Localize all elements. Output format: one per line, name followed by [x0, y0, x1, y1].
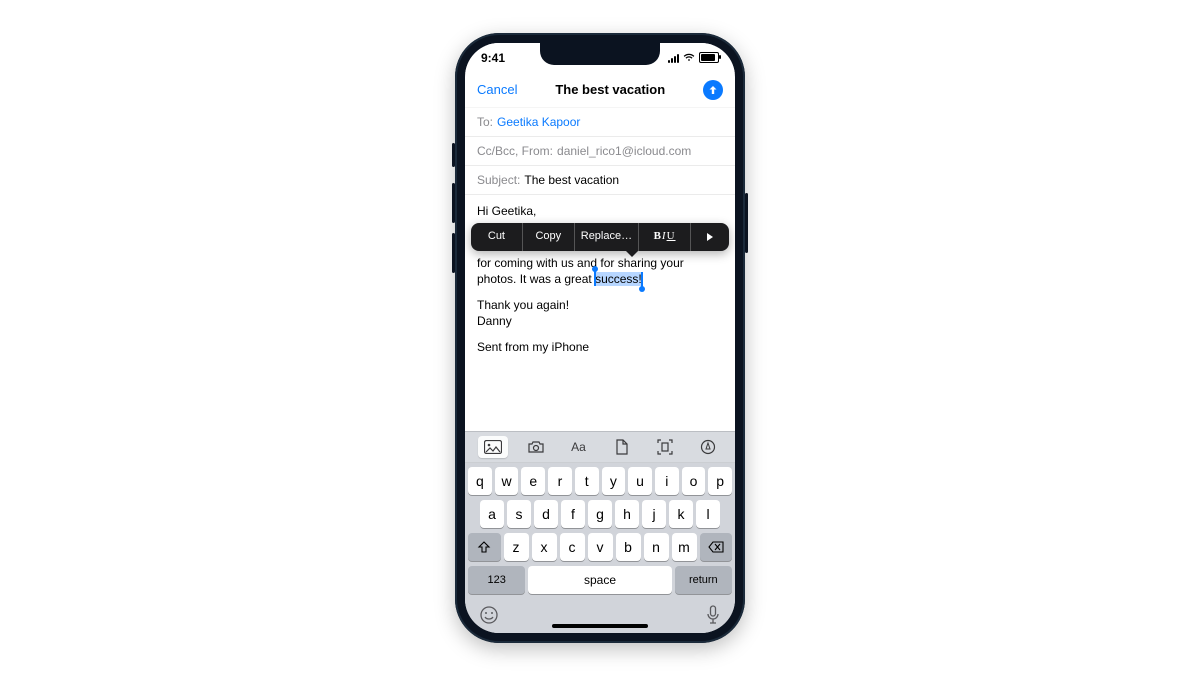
subject-label: Subject:	[477, 173, 520, 187]
menu-format-biu[interactable]: BIU	[639, 223, 691, 251]
toolbar-markup-icon[interactable]	[693, 436, 723, 458]
keyboard-toolbar: Aa	[465, 432, 735, 463]
key-k[interactable]: k	[669, 500, 693, 528]
key-return[interactable]: return	[675, 566, 732, 594]
key-shift[interactable]	[468, 533, 501, 561]
key-r[interactable]: r	[548, 467, 572, 495]
keyboard-row-2: a s d f g h j k l	[468, 500, 732, 528]
notch	[540, 43, 660, 65]
dictation-button[interactable]	[705, 605, 721, 625]
key-l[interactable]: l	[696, 500, 720, 528]
status-time: 9:41	[481, 51, 531, 65]
microphone-icon	[705, 605, 721, 625]
to-label: To:	[477, 115, 493, 129]
triangle-right-icon	[706, 232, 714, 242]
key-o[interactable]: o	[682, 467, 706, 495]
key-a[interactable]: a	[480, 500, 504, 528]
key-e[interactable]: e	[521, 467, 545, 495]
menu-copy[interactable]: Copy	[523, 223, 575, 251]
key-u[interactable]: u	[628, 467, 652, 495]
keyboard-bottom-bar	[465, 601, 735, 633]
key-n[interactable]: n	[644, 533, 669, 561]
key-z[interactable]: z	[504, 533, 529, 561]
text-edit-menu: Cut Copy Replace… BIU	[471, 223, 729, 251]
emoji-button[interactable]	[479, 605, 499, 625]
key-b[interactable]: b	[616, 533, 641, 561]
key-c[interactable]: c	[560, 533, 585, 561]
key-f[interactable]: f	[561, 500, 585, 528]
key-123[interactable]: 123	[468, 566, 525, 594]
volume-up-button	[452, 183, 455, 223]
body-greeting: Hi Geetika,	[477, 203, 723, 219]
keyboard-row-1: q w e r t y u i o p	[468, 467, 732, 495]
key-q[interactable]: q	[468, 467, 492, 495]
text-selection[interactable]: success!	[595, 272, 642, 286]
body-thanks: Thank you again! Danny	[477, 297, 723, 329]
menu-more[interactable]	[691, 223, 729, 251]
arrow-up-icon	[707, 84, 719, 96]
to-value: Geetika Kapoor	[497, 115, 580, 129]
subject-value: The best vacation	[524, 173, 619, 187]
key-i[interactable]: i	[655, 467, 679, 495]
message-body[interactable]: Hi Geetika, Cut Copy Replace… BIU for co…	[465, 195, 735, 431]
key-m[interactable]: m	[672, 533, 697, 561]
toolbar-format-icon[interactable]: Aa	[564, 436, 594, 458]
ccbcc-label: Cc/Bcc, From:	[477, 144, 553, 158]
cancel-button[interactable]: Cancel	[477, 82, 517, 97]
shift-icon	[477, 540, 491, 554]
key-s[interactable]: s	[507, 500, 531, 528]
side-button	[452, 143, 455, 167]
keyboard-row-4: 123 space return	[468, 566, 732, 594]
send-button[interactable]	[703, 80, 723, 100]
to-field[interactable]: To: Geetika Kapoor	[465, 108, 735, 137]
cellular-signal-icon	[668, 53, 679, 63]
key-v[interactable]: v	[588, 533, 613, 561]
key-space[interactable]: space	[528, 566, 671, 594]
key-p[interactable]: p	[708, 467, 732, 495]
toolbar-document-icon[interactable]	[607, 436, 637, 458]
key-w[interactable]: w	[495, 467, 519, 495]
volume-down-button	[452, 233, 455, 273]
ccbcc-value: daniel_rico1@icloud.com	[557, 144, 691, 158]
wifi-icon	[683, 53, 695, 62]
battery-icon	[699, 52, 719, 63]
compose-fields: To: Geetika Kapoor Cc/Bcc, From: daniel_…	[465, 108, 735, 195]
toolbar-photos-icon[interactable]	[478, 436, 508, 458]
body-line-2: for coming with us and for sharing your …	[477, 255, 723, 287]
iphone-frame: 9:41 Cancel The best vacation	[455, 33, 745, 643]
emoji-icon	[479, 605, 499, 625]
power-button	[745, 193, 748, 253]
home-indicator[interactable]	[552, 624, 648, 628]
delete-icon	[708, 541, 724, 553]
key-t[interactable]: t	[575, 467, 599, 495]
key-delete[interactable]	[700, 533, 733, 561]
key-x[interactable]: x	[532, 533, 557, 561]
key-j[interactable]: j	[642, 500, 666, 528]
subject-field[interactable]: Subject: The best vacation	[465, 166, 735, 195]
compose-title: The best vacation	[523, 82, 697, 97]
keyboard: Aa q w e	[465, 431, 735, 633]
compose-header: Cancel The best vacation	[465, 73, 735, 108]
menu-replace[interactable]: Replace…	[575, 223, 639, 251]
key-h[interactable]: h	[615, 500, 639, 528]
screen: 9:41 Cancel The best vacation	[465, 43, 735, 633]
key-g[interactable]: g	[588, 500, 612, 528]
body-sent-from: Sent from my iPhone	[477, 339, 723, 355]
key-d[interactable]: d	[534, 500, 558, 528]
menu-cut[interactable]: Cut	[471, 223, 523, 251]
ccbcc-field[interactable]: Cc/Bcc, From: daniel_rico1@icloud.com	[465, 137, 735, 166]
key-y[interactable]: y	[602, 467, 626, 495]
toolbar-camera-icon[interactable]	[521, 436, 551, 458]
toolbar-scan-icon[interactable]	[650, 436, 680, 458]
keyboard-row-3: z x c v b n m	[468, 533, 732, 561]
